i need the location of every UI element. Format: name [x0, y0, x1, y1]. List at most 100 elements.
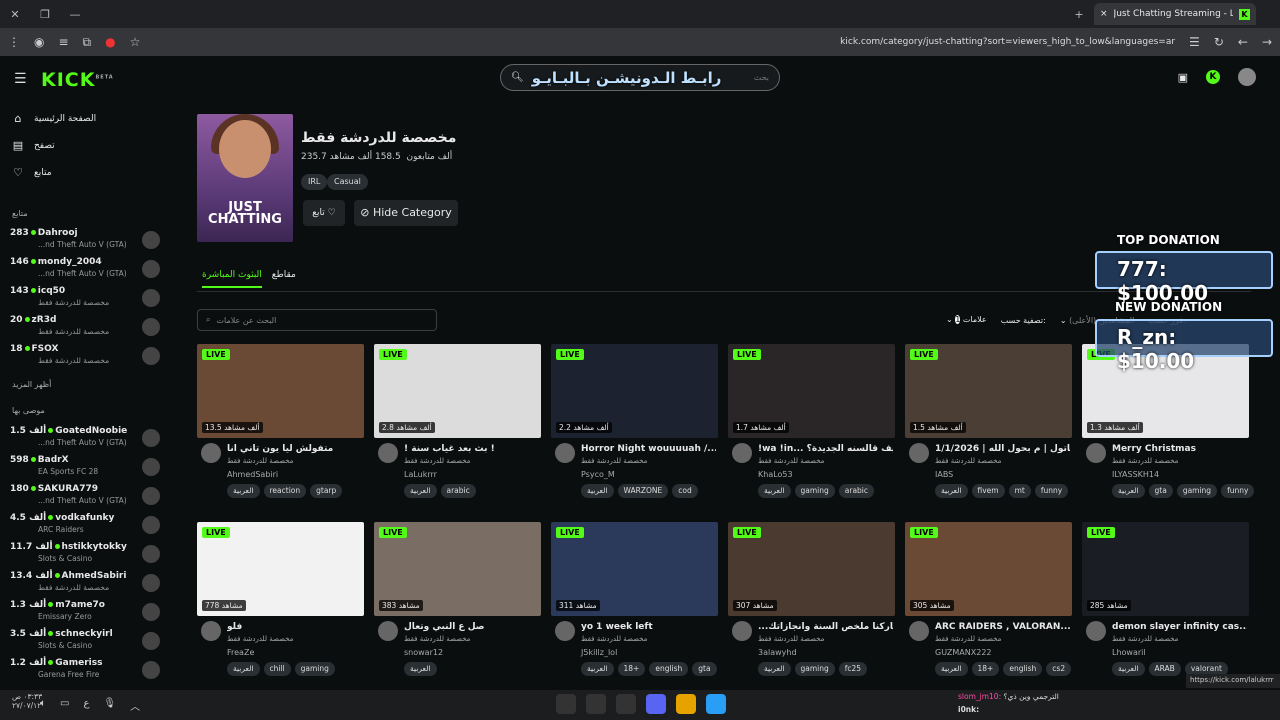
- streamer-name[interactable]: GUZMANX222: [935, 648, 992, 657]
- stream-category[interactable]: مخصصة للدردشة فقط: [581, 457, 647, 465]
- windows-start-icon[interactable]: [706, 694, 726, 714]
- stream-tag[interactable]: العربية: [758, 662, 791, 676]
- stream-tag[interactable]: gaming: [294, 662, 335, 676]
- sidebar-channel[interactable]: 13.4 ألف AhmedSabiri مخصصة للدردشة فقط: [10, 571, 160, 595]
- nav-following[interactable]: ♡ متابع: [12, 166, 52, 179]
- close-tab-icon[interactable]: ×: [1100, 9, 1108, 19]
- display-icon[interactable]: ▭: [60, 698, 69, 713]
- sidebar-channel[interactable]: 598 BadrX EA Sports FC 28: [10, 455, 160, 479]
- stream-tag[interactable]: fivem: [971, 484, 1005, 498]
- stream-category[interactable]: مخصصة للدردشة فقط: [1112, 635, 1178, 643]
- sidebar-channel[interactable]: 180 SAKURA779 ...nd Theft Auto V (GTA): [10, 484, 160, 508]
- category-tag[interactable]: Casual: [327, 174, 368, 190]
- streamer-avatar[interactable]: [201, 443, 221, 463]
- streamer-avatar[interactable]: [732, 443, 752, 463]
- stream-title[interactable]: ...ية || شاركنا ملخص السنة وانجازاتك: [758, 622, 893, 632]
- stream-category[interactable]: مخصصة للدردشة فقط: [404, 635, 470, 643]
- tag-search-input[interactable]: ⌕ البحث عن علامات: [197, 309, 437, 331]
- sidebar-channel[interactable]: 18 FSOX مخصصة للدردشة فقط: [10, 344, 160, 368]
- forward-icon[interactable]: ←: [1238, 35, 1248, 49]
- stream-tag[interactable]: english: [1003, 662, 1043, 676]
- stream-tag[interactable]: 18+: [971, 662, 1000, 676]
- stream-tag[interactable]: gaming: [794, 484, 835, 498]
- stream-card[interactable]: LIVE 13.5 ألف مشاهد متفولش ليا يون تاني أن…: [197, 344, 364, 519]
- stream-category[interactable]: مخصصة للدردشة فقط: [758, 635, 824, 643]
- stream-thumbnail[interactable]: LIVE 2.2 ألف مشاهد: [551, 344, 718, 438]
- stream-title[interactable]: !wa !in... لول لايف قالسنه الجديدة؟: [758, 444, 893, 454]
- follow-button[interactable]: تابع ♡: [303, 200, 345, 226]
- stream-thumbnail[interactable]: LIVE 383 مشاهد: [374, 522, 541, 616]
- stream-tag[interactable]: العربية: [581, 662, 614, 676]
- nav-browse[interactable]: ▤ تصفح: [12, 139, 55, 152]
- stream-category[interactable]: مخصصة للدردشة فقط: [227, 635, 293, 643]
- stream-thumbnail[interactable]: LIVE 305 مشاهد: [905, 522, 1072, 616]
- profile-icon[interactable]: ◉: [34, 35, 44, 49]
- search-input[interactable]: 🔍︎ رابـط الـدونيشـن بـالبـايـو بحث: [500, 64, 780, 91]
- streamer-avatar[interactable]: [378, 621, 398, 641]
- stream-tag[interactable]: gta: [692, 662, 717, 676]
- stream-thumbnail[interactable]: LIVE 1.5 ألف مشاهد: [905, 344, 1072, 438]
- streamer-name[interactable]: LaLukrrr: [404, 470, 437, 479]
- terminal-app-icon[interactable]: [556, 694, 576, 714]
- stream-tag[interactable]: العربية: [581, 484, 614, 498]
- stream-category[interactable]: مخصصة للدردشة فقط: [1112, 457, 1178, 465]
- menu-dots-icon[interactable]: ⋮: [8, 35, 20, 49]
- clock[interactable]: ٠٣:٣٣ ص ٢٧/٠٧/١٢: [12, 692, 42, 710]
- stream-card[interactable]: LIVE 311 مشاهد yo 1 week left مخصصة للدردشة…: [551, 522, 718, 697]
- streamer-avatar[interactable]: [732, 621, 752, 641]
- stream-tag[interactable]: العربية: [935, 484, 968, 498]
- stream-thumbnail[interactable]: LIVE 285 مشاهد: [1082, 522, 1249, 616]
- stream-tag[interactable]: gtarp: [310, 484, 343, 498]
- stream-card[interactable]: LIVE 2.2 ألف مشاهد Horror Night wouuuuah /…: [551, 344, 718, 519]
- restore-window-icon[interactable]: ❐: [30, 8, 60, 21]
- stream-thumbnail[interactable]: LIVE 1.7 ألف مشاهد: [728, 344, 895, 438]
- nav-home[interactable]: ⌂ الصفحة الرئيسية: [12, 112, 97, 125]
- streamer-avatar[interactable]: [378, 443, 398, 463]
- sidebar-channel[interactable]: 143 icq50 مخصصة للدردشة فقط: [10, 286, 160, 310]
- stream-category[interactable]: مخصصة للدردشة فقط: [227, 457, 293, 465]
- tab-live[interactable]: البثوث المباشرة: [202, 270, 262, 288]
- stream-tag[interactable]: fc25: [838, 662, 868, 676]
- speaker-icon[interactable]: 🔈︎: [40, 698, 46, 713]
- stream-tag[interactable]: chill: [263, 662, 291, 676]
- reload-icon[interactable]: ↻: [1214, 35, 1224, 49]
- discord-app-icon[interactable]: [646, 694, 666, 714]
- kick-logo[interactable]: KICKBETA: [41, 69, 114, 91]
- tray-chevron-icon[interactable]: ︿: [130, 698, 140, 713]
- stream-title[interactable]: yo 1 week left: [581, 622, 716, 632]
- streamer-name[interactable]: Psyco_M: [581, 470, 615, 479]
- streamer-avatar[interactable]: [909, 443, 929, 463]
- stream-thumbnail[interactable]: LIVE 2.8 ألف مشاهد: [374, 344, 541, 438]
- stream-thumbnail[interactable]: LIVE 311 مشاهد: [551, 522, 718, 616]
- stream-title[interactable]: متفولش ليا يون تاني أنا: [227, 444, 362, 454]
- stream-title[interactable]: Merry Christmas: [1112, 444, 1247, 454]
- stream-title[interactable]: فلو: [227, 622, 362, 632]
- stream-thumbnail[interactable]: LIVE 778 مشاهد: [197, 522, 364, 616]
- stream-tag[interactable]: cs2: [1046, 662, 1072, 676]
- stream-card[interactable]: LIVE 305 مشاهد ARC RAIDERS , VALORAN... مخص…: [905, 522, 1072, 697]
- stream-card[interactable]: LIVE 2.8 ألف مشاهد ! بث بعد غياب سنة ! مخصص…: [374, 344, 541, 519]
- stream-category[interactable]: مخصصة للدردشة فقط: [404, 457, 470, 465]
- stream-tag[interactable]: gaming: [1176, 484, 1218, 498]
- stream-tag[interactable]: ARAB: [1148, 662, 1181, 676]
- app-icon[interactable]: [586, 694, 606, 714]
- close-window-icon[interactable]: ✕: [0, 8, 30, 21]
- sidebar-channel[interactable]: 1.5 ألف GoatedNoobie ...nd Theft Auto V (G…: [10, 426, 160, 450]
- clips-icon[interactable]: ▣: [1178, 71, 1188, 84]
- chrome-app-icon[interactable]: [676, 694, 696, 714]
- microphone-icon[interactable]: 🎙︎: [103, 698, 116, 713]
- sidebar-channel[interactable]: 3.5 ألف schneckyirl Slots & Casino: [10, 629, 160, 653]
- stream-title[interactable]: صل ع النبي وتعال: [404, 622, 539, 632]
- show-more-link[interactable]: أظهر المزيد: [12, 380, 51, 389]
- streamer-avatar[interactable]: [555, 443, 575, 463]
- stream-tag[interactable]: العربية: [758, 484, 791, 498]
- language-icon[interactable]: ع: [83, 698, 89, 713]
- stream-category[interactable]: مخصصة للدردشة فقط: [935, 635, 1001, 643]
- sidebar-channel[interactable]: 1.3 ألف m7ame7o Emissary Zero: [10, 600, 160, 624]
- stream-tag[interactable]: funny: [1221, 484, 1255, 498]
- stream-title[interactable]: demon slayer infinity cas...: [1112, 622, 1247, 632]
- stream-tag[interactable]: gaming: [794, 662, 835, 676]
- back-icon[interactable]: →: [1262, 35, 1272, 49]
- stream-tag[interactable]: english: [649, 662, 689, 676]
- stream-title[interactable]: ! بث بعد غياب سنة !: [404, 444, 539, 454]
